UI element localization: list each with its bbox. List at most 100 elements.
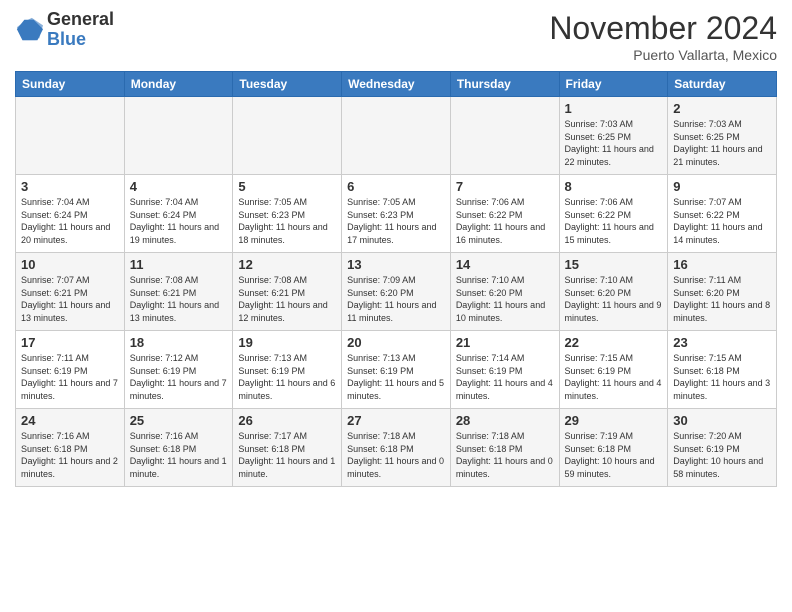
calendar-week-row: 17 Sunrise: 7:11 AM Sunset: 6:19 PM Dayli… [16, 331, 777, 409]
day-info: Sunrise: 7:03 AM Sunset: 6:25 PM Dayligh… [673, 118, 771, 168]
day-number: 26 [238, 413, 336, 428]
day-number: 19 [238, 335, 336, 350]
calendar-cell: 15Sunrise: 7:10 AM Sunset: 6:20 PM Dayli… [559, 253, 668, 331]
logo-text: General Blue [47, 10, 114, 50]
calendar-cell: 17 Sunrise: 7:11 AM Sunset: 6:19 PM Dayli… [16, 331, 125, 409]
weekday-header: Monday [124, 72, 233, 97]
weekday-header: Saturday [668, 72, 777, 97]
calendar-cell: 18Sunrise: 7:12 AM Sunset: 6:19 PM Dayli… [124, 331, 233, 409]
calendar-cell: 20 Sunrise: 7:13 AM Sunset: 6:19 PM Dayli… [342, 331, 451, 409]
day-info: Sunrise: 7:10 AM Sunset: 6:20 PM Dayligh… [565, 274, 663, 324]
calendar-cell: 3 Sunrise: 7:04 AM Sunset: 6:24 PM Daylig… [16, 175, 125, 253]
day-info: Sunrise: 7:15 AM Sunset: 6:19 PM Dayligh… [565, 352, 663, 402]
calendar-cell: 29 Sunrise: 7:19 AM Sunset: 6:18 PM Dayli… [559, 409, 668, 487]
calendar-cell: 4Sunrise: 7:04 AM Sunset: 6:24 PM Daylig… [124, 175, 233, 253]
day-number: 21 [456, 335, 554, 350]
day-number: 6 [347, 179, 445, 194]
day-info: Sunrise: 7:03 AM Sunset: 6:25 PM Dayligh… [565, 118, 663, 168]
day-info: Sunrise: 7:19 AM Sunset: 6:18 PM Dayligh… [565, 430, 663, 480]
day-info: Sunrise: 7:13 AM Sunset: 6:19 PM Dayligh… [347, 352, 445, 402]
day-info: Sunrise: 7:18 AM Sunset: 6:18 PM Dayligh… [347, 430, 445, 480]
day-number: 9 [673, 179, 771, 194]
weekday-header: Sunday [16, 72, 125, 97]
calendar-cell: 28Sunrise: 7:18 AM Sunset: 6:18 PM Dayli… [450, 409, 559, 487]
day-number: 28 [456, 413, 554, 428]
logo: General Blue [15, 10, 114, 50]
weekday-header: Wednesday [342, 72, 451, 97]
day-number: 13 [347, 257, 445, 272]
day-number: 2 [673, 101, 771, 116]
day-number: 23 [673, 335, 771, 350]
calendar-cell [342, 97, 451, 175]
calendar-cell: 7Sunrise: 7:06 AM Sunset: 6:22 PM Daylig… [450, 175, 559, 253]
location: Puerto Vallarta, Mexico [549, 47, 777, 63]
calendar-cell: 24 Sunrise: 7:16 AM Sunset: 6:18 PM Dayli… [16, 409, 125, 487]
calendar-cell: 9 Sunrise: 7:07 AM Sunset: 6:22 PM Daylig… [668, 175, 777, 253]
day-number: 18 [130, 335, 228, 350]
day-number: 30 [673, 413, 771, 428]
day-info: Sunrise: 7:07 AM Sunset: 6:21 PM Dayligh… [21, 274, 119, 324]
calendar-cell [233, 97, 342, 175]
calendar-cell [124, 97, 233, 175]
day-number: 5 [238, 179, 336, 194]
calendar-cell: 30Sunrise: 7:20 AM Sunset: 6:19 PM Dayli… [668, 409, 777, 487]
day-info: Sunrise: 7:05 AM Sunset: 6:23 PM Dayligh… [238, 196, 336, 246]
day-number: 11 [130, 257, 228, 272]
day-info: Sunrise: 7:10 AM Sunset: 6:20 PM Dayligh… [456, 274, 554, 324]
calendar-cell: 22 Sunrise: 7:15 AM Sunset: 6:19 PM Dayli… [559, 331, 668, 409]
weekday-header: Thursday [450, 72, 559, 97]
day-number: 24 [21, 413, 119, 428]
calendar-cell: 12 Sunrise: 7:08 AM Sunset: 6:21 PM Dayli… [233, 253, 342, 331]
calendar-cell: 2 Sunrise: 7:03 AM Sunset: 6:25 PM Daylig… [668, 97, 777, 175]
day-number: 25 [130, 413, 228, 428]
day-number: 1 [565, 101, 663, 116]
day-number: 29 [565, 413, 663, 428]
day-info: Sunrise: 7:06 AM Sunset: 6:22 PM Dayligh… [565, 196, 663, 246]
calendar-cell: 6Sunrise: 7:05 AM Sunset: 6:23 PM Daylig… [342, 175, 451, 253]
day-info: Sunrise: 7:04 AM Sunset: 6:24 PM Dayligh… [21, 196, 119, 246]
day-info: Sunrise: 7:11 AM Sunset: 6:19 PM Dayligh… [21, 352, 119, 402]
calendar-body: 1 Sunrise: 7:03 AM Sunset: 6:25 PM Daylig… [16, 97, 777, 487]
logo-general: General [47, 9, 114, 29]
calendar-table: SundayMondayTuesdayWednesdayThursdayFrid… [15, 71, 777, 487]
day-info: Sunrise: 7:13 AM Sunset: 6:19 PM Dayligh… [238, 352, 336, 402]
page-container: General Blue November 2024 Puerto Vallar… [0, 0, 792, 497]
calendar-cell: 16Sunrise: 7:11 AM Sunset: 6:20 PM Dayli… [668, 253, 777, 331]
logo-blue: Blue [47, 29, 86, 49]
day-info: Sunrise: 7:14 AM Sunset: 6:19 PM Dayligh… [456, 352, 554, 402]
weekday-header: Tuesday [233, 72, 342, 97]
day-number: 22 [565, 335, 663, 350]
calendar-week-row: 10Sunrise: 7:07 AM Sunset: 6:21 PM Dayli… [16, 253, 777, 331]
day-number: 17 [21, 335, 119, 350]
day-number: 3 [21, 179, 119, 194]
header: General Blue November 2024 Puerto Vallar… [15, 10, 777, 63]
day-number: 12 [238, 257, 336, 272]
day-number: 20 [347, 335, 445, 350]
calendar-week-row: 1 Sunrise: 7:03 AM Sunset: 6:25 PM Daylig… [16, 97, 777, 175]
calendar-header: SundayMondayTuesdayWednesdayThursdayFrid… [16, 72, 777, 97]
calendar-cell: 11 Sunrise: 7:08 AM Sunset: 6:21 PM Dayli… [124, 253, 233, 331]
day-info: Sunrise: 7:15 AM Sunset: 6:18 PM Dayligh… [673, 352, 771, 402]
title-block: November 2024 Puerto Vallarta, Mexico [549, 10, 777, 63]
calendar-cell: 13Sunrise: 7:09 AM Sunset: 6:20 PM Dayli… [342, 253, 451, 331]
day-info: Sunrise: 7:16 AM Sunset: 6:18 PM Dayligh… [21, 430, 119, 480]
weekday-header-row: SundayMondayTuesdayWednesdayThursdayFrid… [16, 72, 777, 97]
day-info: Sunrise: 7:08 AM Sunset: 6:21 PM Dayligh… [130, 274, 228, 324]
calendar-cell: 23 Sunrise: 7:15 AM Sunset: 6:18 PM Dayli… [668, 331, 777, 409]
calendar-cell [450, 97, 559, 175]
day-number: 14 [456, 257, 554, 272]
day-info: Sunrise: 7:16 AM Sunset: 6:18 PM Dayligh… [130, 430, 228, 480]
day-info: Sunrise: 7:07 AM Sunset: 6:22 PM Dayligh… [673, 196, 771, 246]
day-info: Sunrise: 7:04 AM Sunset: 6:24 PM Dayligh… [130, 196, 228, 246]
month-title: November 2024 [549, 10, 777, 47]
calendar-week-row: 3 Sunrise: 7:04 AM Sunset: 6:24 PM Daylig… [16, 175, 777, 253]
calendar-cell: 21 Sunrise: 7:14 AM Sunset: 6:19 PM Dayli… [450, 331, 559, 409]
day-info: Sunrise: 7:17 AM Sunset: 6:18 PM Dayligh… [238, 430, 336, 480]
weekday-header: Friday [559, 72, 668, 97]
day-number: 8 [565, 179, 663, 194]
day-info: Sunrise: 7:08 AM Sunset: 6:21 PM Dayligh… [238, 274, 336, 324]
day-number: 27 [347, 413, 445, 428]
calendar-cell: 1 Sunrise: 7:03 AM Sunset: 6:25 PM Daylig… [559, 97, 668, 175]
calendar-cell: 10Sunrise: 7:07 AM Sunset: 6:21 PM Dayli… [16, 253, 125, 331]
calendar-cell: 5 Sunrise: 7:05 AM Sunset: 6:23 PM Daylig… [233, 175, 342, 253]
